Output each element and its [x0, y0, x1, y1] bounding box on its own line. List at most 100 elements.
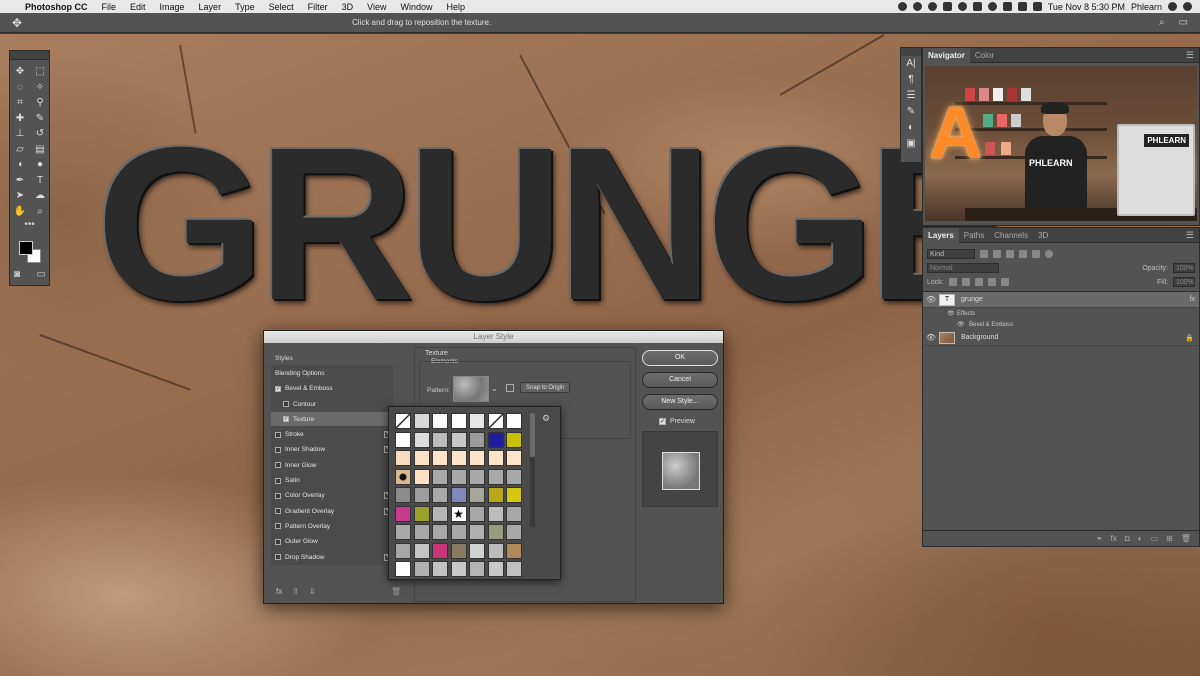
pattern-swatch-cell[interactable] [395, 413, 411, 429]
pattern-swatch-cell[interactable] [506, 542, 522, 559]
pattern-swatch-cell[interactable] [432, 524, 448, 540]
spotlight-icon[interactable] [1168, 2, 1177, 11]
pattern-swatch-cell[interactable] [450, 542, 467, 559]
new-style-button[interactable]: New Style... [642, 394, 718, 410]
user-name[interactable]: Phlearn [1131, 2, 1162, 12]
pattern-swatch-cell[interactable] [395, 487, 411, 503]
strip-header[interactable] [901, 48, 921, 56]
move-tool-icon[interactable]: ✥ [0, 16, 34, 30]
more-tools-icon[interactable]: ••• [10, 219, 49, 230]
fx-icon[interactable]: fx [1190, 296, 1195, 303]
eye-icon[interactable]: 👁 [923, 333, 939, 342]
gear-icon[interactable]: ⚙ [542, 413, 550, 424]
lock-transparency-icon[interactable] [948, 278, 957, 286]
eye-icon[interactable]: 👁 [957, 321, 969, 328]
style-checkbox[interactable] [275, 477, 281, 484]
pattern-swatch[interactable] [453, 376, 489, 402]
style-item-color-overlay[interactable]: Color Overlay+ [271, 488, 393, 504]
pattern-swatch-cell[interactable] [432, 487, 448, 503]
menu-layer[interactable]: Layer [192, 2, 229, 12]
pattern-swatch-cell[interactable] [432, 413, 448, 429]
trash-icon[interactable]: 🗑 [391, 587, 401, 596]
record-icon[interactable] [897, 2, 907, 11]
menu-filter[interactable]: Filter [301, 2, 335, 12]
new-preset-icon[interactable] [506, 384, 514, 392]
style-checkbox[interactable] [275, 538, 281, 545]
pattern-swatch-cell[interactable] [432, 542, 448, 559]
new-layer-icon[interactable]: ⊞ [1166, 534, 1173, 543]
paragraph-icon[interactable]: ¶ [901, 72, 921, 88]
star-pattern-cell[interactable]: ★ [450, 505, 467, 522]
app-status-icon[interactable] [942, 2, 952, 11]
layer-name[interactable]: Background [961, 334, 998, 341]
history-brush-icon[interactable]: ↺ [30, 126, 50, 142]
pattern-swatch-cell[interactable] [506, 431, 522, 448]
pattern-swatch-cell[interactable] [450, 487, 467, 503]
style-checkbox[interactable] [275, 431, 281, 438]
workspace-icon[interactable]: ▭ [1179, 17, 1188, 28]
pattern-swatch-cell[interactable] [506, 450, 522, 466]
lock-pixels-icon[interactable] [961, 278, 970, 286]
wifi-icon[interactable] [987, 2, 997, 11]
fx-button[interactable]: fx [276, 587, 282, 596]
search-icon[interactable]: ⌕ [1159, 17, 1165, 28]
pattern-swatch-cell[interactable] [413, 542, 430, 559]
navigator-preview[interactable]: A PHLEARN PHLEARN [925, 66, 1197, 221]
pattern-swatch-cell[interactable] [432, 505, 448, 522]
pattern-swatch-cell[interactable] [469, 524, 485, 540]
style-checkbox[interactable] [283, 401, 289, 408]
style-item-inner-glow[interactable]: Inner Glow [271, 458, 393, 474]
style-checkbox[interactable] [275, 446, 281, 453]
brush-settings-icon[interactable]: ✎ [901, 104, 921, 120]
pattern-swatch-cell[interactable] [469, 505, 485, 522]
style-item-texture[interactable]: ✓ Texture [271, 412, 393, 428]
move-icon[interactable]: ✥ [10, 64, 30, 80]
filter-adjustment-icon[interactable] [993, 250, 1001, 258]
fx-menu-icon[interactable]: fx [1111, 534, 1117, 543]
style-checkbox[interactable] [275, 508, 281, 515]
style-item-stroke[interactable]: Stroke+ [271, 427, 393, 443]
pattern-swatch-cell[interactable] [506, 487, 522, 503]
pattern-swatch-cell[interactable] [469, 431, 485, 448]
mask-icon[interactable]: ◘ [1125, 534, 1130, 543]
style-item-satin[interactable]: Satin [271, 473, 393, 489]
volume-icon[interactable] [1017, 2, 1027, 11]
picker-scrollbar[interactable] [530, 413, 535, 527]
pattern-swatch-cell[interactable] [506, 413, 522, 429]
pattern-swatch-cell[interactable] [506, 561, 522, 577]
menu-edit[interactable]: Edit [123, 2, 153, 12]
layer-name[interactable]: grunge [961, 296, 983, 303]
menu-file[interactable]: File [95, 2, 124, 12]
menu-app-name[interactable]: Photoshop CC [18, 2, 95, 12]
magic-wand-icon[interactable]: ✧ [30, 80, 50, 96]
pattern-swatch-cell[interactable] [450, 561, 467, 577]
style-item-bevel-emboss[interactable]: ✓ Bevel & Emboss [271, 381, 393, 397]
eyedropper-icon[interactable]: ⚲ [30, 95, 50, 111]
pattern-swatch-cell[interactable] [395, 505, 411, 522]
eye-icon[interactable]: 👁 [947, 310, 957, 317]
move-down-icon[interactable]: ⇩ [309, 587, 316, 596]
eye-icon[interactable]: 👁 [923, 295, 939, 304]
tab-channels[interactable]: Channels [989, 228, 1033, 243]
foreground-color-swatch[interactable] [19, 241, 33, 255]
menu-image[interactable]: Image [153, 2, 192, 12]
pattern-swatch-cell[interactable] [469, 487, 485, 503]
link-icon[interactable]: ⚭ [1096, 534, 1103, 543]
pattern-swatch-cell[interactable] [395, 561, 411, 577]
pattern-swatch-cell[interactable] [413, 431, 430, 448]
style-item-drop-shadow[interactable]: Drop Shadow+ [271, 549, 393, 566]
shape-icon[interactable]: ☁ [30, 188, 50, 204]
filter-smart-icon[interactable] [1032, 250, 1040, 258]
effects-row[interactable]: 👁 Effects [923, 308, 1199, 319]
adjustments-icon[interactable]: ◐ [901, 120, 921, 136]
tab-navigator[interactable]: Navigator [923, 47, 970, 63]
pattern-swatch-cell[interactable] [432, 468, 448, 485]
adjustment-icon[interactable]: ◐ [1138, 534, 1143, 543]
group-icon[interactable]: ▭ [1151, 534, 1159, 543]
effect-item-row[interactable]: 👁 Bevel & Emboss [923, 319, 1199, 330]
pattern-swatch-cell[interactable] [432, 561, 448, 577]
clock[interactable]: Tue Nov 8 5:30 PM [1048, 2, 1125, 12]
filter-kind-select[interactable]: Kind [927, 249, 975, 259]
pattern-swatch-cell[interactable] [413, 468, 430, 485]
pattern-swatch-cell[interactable] [432, 450, 448, 466]
